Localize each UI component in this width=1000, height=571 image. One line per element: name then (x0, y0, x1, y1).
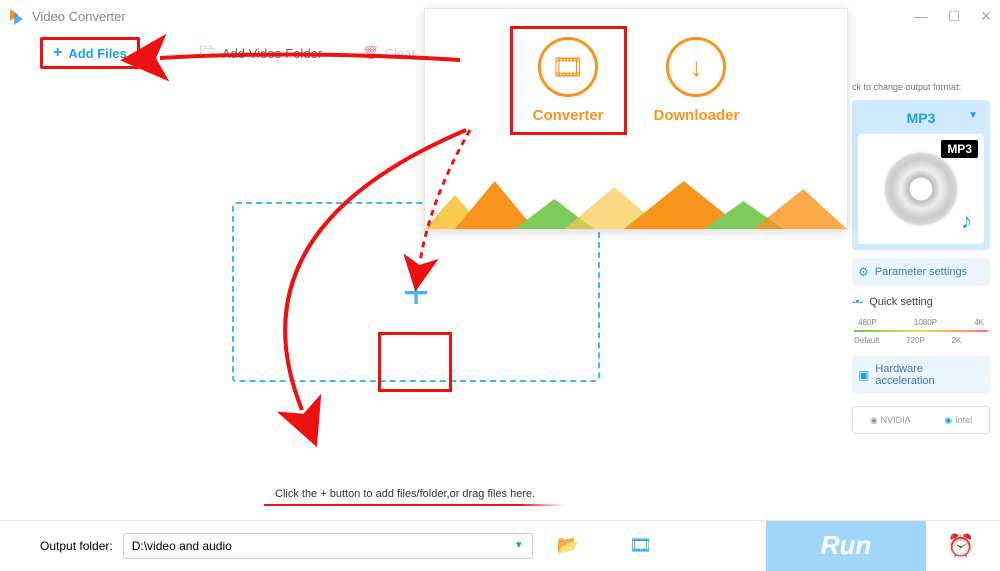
toggle-icon: -•- (852, 296, 863, 308)
bottom-bar: Output folder: D:\video and audio ▼ 📂 🎞 … (0, 520, 1000, 570)
chip-icon: ▣ (858, 368, 869, 382)
annotation-underline (264, 504, 564, 506)
run-button[interactable]: Run (766, 521, 926, 571)
dropdown-icon[interactable]: ▼ (150, 48, 160, 59)
folder-icon: 🗁 (200, 42, 216, 64)
app-logo-icon (8, 7, 26, 25)
mode-popup: 🎞 Converter ↓ Downloader (424, 8, 848, 230)
sliders-icon: ⚙ (858, 265, 869, 279)
drop-hint: Click the + button to add files/folder,o… (275, 488, 535, 500)
intel-badge: ◉ Intel (944, 415, 972, 426)
add-video-folder-button[interactable]: 🗁 Add Video Folder (200, 42, 322, 64)
format-preview: MP3 ♪ (858, 134, 984, 244)
param-label: Parameter settings (875, 266, 967, 278)
nvidia-badge: ◉ NVIDIA (870, 415, 911, 426)
chevron-down-icon: ▼ (514, 540, 524, 551)
plus-icon: + (53, 44, 62, 62)
output-path: D:\video and audio (132, 539, 232, 553)
close-button[interactable]: ✕ (980, 8, 992, 25)
converter-label: Converter (533, 107, 604, 124)
format-note: ck to change output format: (852, 82, 990, 92)
trash-icon: 🗑 (362, 45, 379, 61)
minimize-button[interactable]: — (914, 8, 928, 25)
add-folder-label: Add Video Folder (222, 46, 322, 61)
sidebar: ck to change output format: MP3 ▼ MP3 ♪ … (842, 74, 1000, 520)
hardware-acceleration-button[interactable]: ▣ Hardware acceleration (852, 356, 990, 394)
output-format-selector[interactable]: MP3 ▼ MP3 ♪ (852, 100, 990, 250)
open-folder-button[interactable]: 📂 (557, 535, 579, 556)
parameter-settings-button[interactable]: ⚙ Parameter settings (852, 258, 990, 286)
film-icon: 🎞 (538, 37, 598, 97)
music-note-icon: ♪ (961, 208, 972, 234)
quick-setting[interactable]: -•- Quick setting (852, 294, 990, 310)
schedule-button[interactable]: ⏰ (936, 521, 986, 571)
annotation-box (378, 332, 452, 392)
decorative-triangles (425, 181, 847, 229)
clear-button[interactable]: 🗑 Clear (362, 45, 416, 61)
quality-slider[interactable]: 480P 1080P 4K Default 720P 2K (852, 320, 990, 348)
download-icon: ↓ (666, 37, 726, 97)
add-files-button[interactable]: + Add Files (40, 37, 140, 69)
output-folder-label: Output folder: (40, 539, 113, 553)
window-title: Video Converter (32, 9, 126, 24)
clear-label: Clear (385, 46, 416, 61)
format-label: MP3 (907, 110, 936, 126)
hw-label: Hardware acceleration (875, 363, 984, 387)
format-badge: MP3 (941, 140, 978, 158)
merge-button[interactable]: 🎞 (629, 535, 652, 556)
downloader-card[interactable]: ↓ Downloader (654, 37, 740, 124)
gpu-indicators: ◉ NVIDIA ◉ Intel (852, 406, 990, 434)
disc-icon (886, 154, 956, 224)
downloader-label: Downloader (654, 107, 740, 124)
add-files-label: Add Files (68, 46, 127, 61)
maximize-button[interactable]: ☐ (948, 8, 961, 25)
quick-label: Quick setting (869, 296, 933, 308)
chevron-down-icon: ▼ (968, 110, 978, 121)
output-folder-input[interactable]: D:\video and audio ▼ (123, 533, 533, 559)
add-plus-icon[interactable]: + (403, 265, 430, 319)
converter-card[interactable]: 🎞 Converter (513, 29, 624, 132)
